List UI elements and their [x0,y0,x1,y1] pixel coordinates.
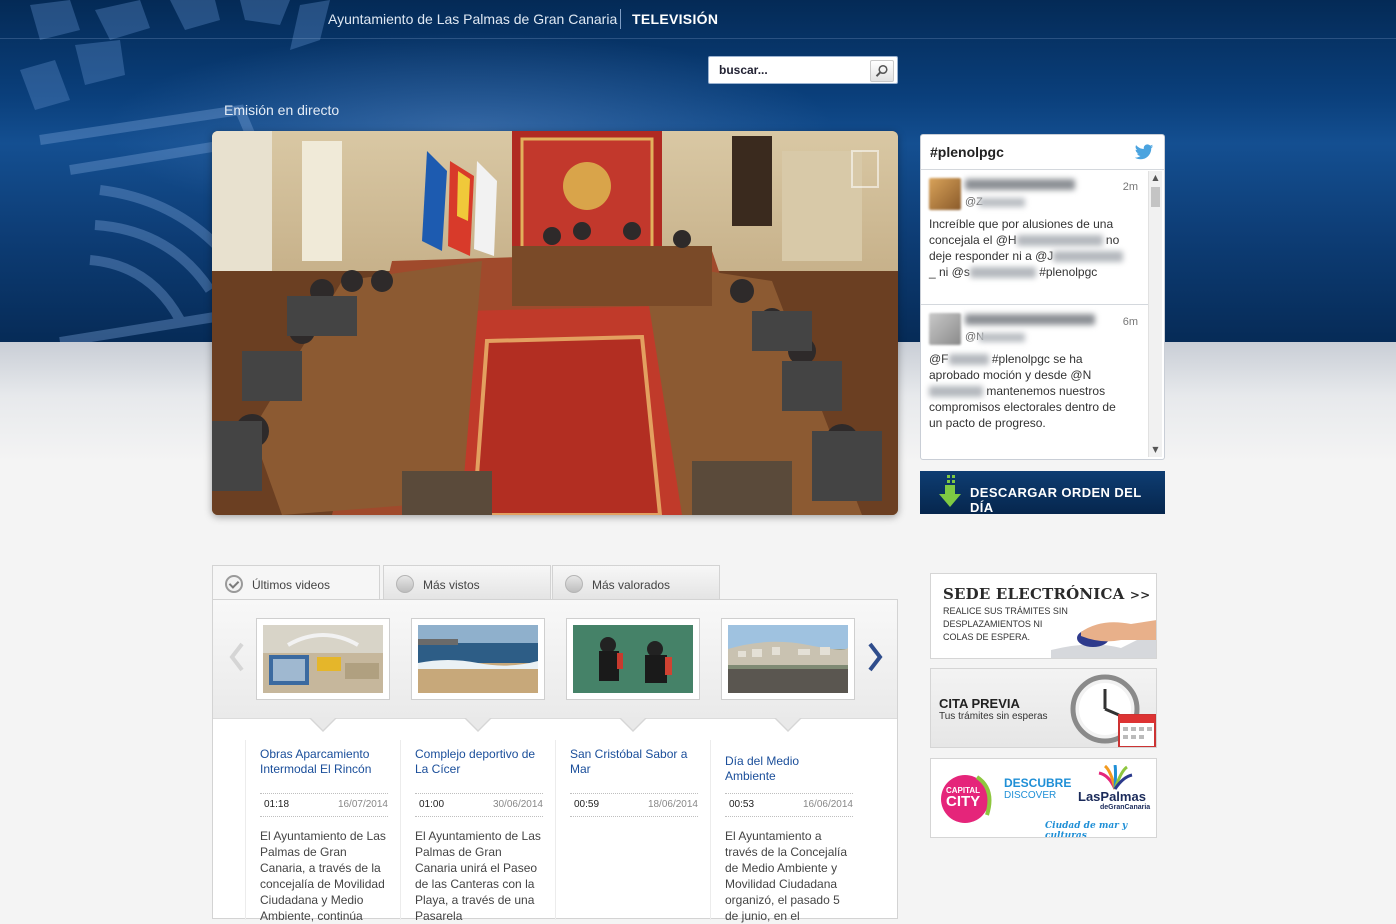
site-title-link[interactable]: Ayuntamiento de Las Palmas de Gran Canar… [328,11,617,27]
banner-subtitle: Tus trámites sin esperas [939,711,1048,722]
video-card: Complejo deportivo de La Cícer 01:00 30/… [400,740,544,923]
brand-name-sub: deGranCanaria [1100,804,1151,811]
tab-most-viewed[interactable]: Más vistos [383,565,551,599]
pointer [775,717,801,730]
capital-city-banner[interactable]: CAPITAL CITY DESCUBRE DISCOVER LasPalmas… [930,758,1157,838]
tab-label: Últimos videos [252,578,331,592]
video-meta: 01:18 16/07/2014 [260,793,388,817]
search-box [708,56,898,84]
video-meta: 00:59 18/06/2014 [570,793,698,817]
video-duration: 00:59 [574,799,600,810]
discover-es: DESCUBRE [1004,776,1072,790]
search-input[interactable] [709,57,889,83]
live-video-player[interactable] [212,131,898,515]
tab-label: Más valorados [592,578,671,592]
download-arrow-icon [939,475,961,507]
video-date: 30/06/2014 [492,799,543,810]
video-meta: 00:53 16/06/2014 [725,793,853,817]
tweet-text: @F #plenolpgc se ha aprobado moción y de… [929,352,1116,430]
video-title-link[interactable]: Obras Aparcamiento Intermodal El Rincón [260,747,382,777]
twitter-header: #plenolpgc [921,135,1164,170]
video-thumbnail[interactable] [411,618,545,700]
twitter-bird-icon[interactable] [1134,144,1154,161]
tweet-avatar[interactable] [929,313,961,345]
clock-calendar-icon [1070,674,1156,747]
video-description: El Ayuntamiento de Las Palmas de Gran Ca… [260,829,386,923]
cita-previa-banner[interactable]: CITA PREVIA Tus trámites sin esperas [930,668,1157,748]
circle-icon [565,575,583,593]
live-broadcast-label: Emisión en directo [224,102,340,118]
scroll-thumb[interactable] [1151,187,1160,207]
capital-badge-line-2: CITY [946,793,981,810]
video-meta: 01:00 30/06/2014 [415,793,543,817]
search-button[interactable] [870,60,894,82]
tweet-author-name-redacted[interactable] [965,314,1095,325]
banner-subtitle: Realice sus trámites sin desplazamientos… [943,606,1068,642]
video-carousel [213,600,897,719]
hand-mouse-icon [1051,620,1156,658]
discover-en: DISCOVER [1004,790,1057,801]
videos-panel: Obras Aparcamiento Intermodal El Rincón … [212,599,898,923]
video-duration: 01:00 [419,799,445,810]
check-icon [225,575,243,593]
tab-top-rated[interactable]: Más valorados [552,565,720,599]
video-duration: 00:53 [729,799,755,810]
tweet-time[interactable]: 6m [1123,316,1138,328]
tweet-handle-redacted [979,198,1025,207]
video-date: 16/06/2014 [802,799,853,810]
video-title-link[interactable]: San Cristóbal Sabor a Mar [570,747,692,777]
sede-electronica-banner[interactable]: SEDE ELECTRÓNICA >> Realice sus trámites… [930,573,1157,659]
download-agenda-button[interactable]: DESCARGAR ORDEN DEL DÍA [920,471,1165,515]
pointer [465,717,491,730]
las-palmas-logo [1098,765,1133,790]
video-duration: 01:18 [264,799,290,810]
thumbnail-image-beach [418,625,538,693]
hashtag-title[interactable]: #plenolpgc [930,144,1004,160]
tweet-text: Increíble que por alusiones de una conce… [929,216,1124,280]
tab-label: Más vistos [423,578,480,592]
carousel-next-icon[interactable] [865,640,885,674]
video-card: San Cristóbal Sabor a Mar 00:59 18/06/20… [555,740,699,920]
tab-latest-videos[interactable]: Últimos videos [212,565,380,600]
video-card: Día del Medio Ambiente 00:53 16/06/2014 … [710,740,854,923]
scroll-down-icon[interactable]: ▼ [1149,443,1162,457]
video-description: El Ayuntamiento de Las Palmas de Gran Ca… [415,829,541,923]
tweet-time[interactable]: 2m [1123,181,1138,193]
divider [620,9,621,29]
banner-title: CITA PREVIA [939,696,1020,711]
video-date: 16/07/2014 [337,799,388,810]
thumbnail-image-construction [263,625,383,693]
video-frame-council-chamber [212,131,898,515]
download-label: DESCARGAR ORDEN DEL DÍA [970,485,1142,515]
tweet-scrollbar[interactable]: ▲ ▼ [1148,171,1162,457]
video-thumbnail[interactable] [721,618,855,700]
top-bar: Ayuntamiento de Las Palmas de Gran Canar… [0,0,1396,39]
thumbnail-image-city [728,625,848,693]
video-title-link[interactable]: Día del Medio Ambiente [725,754,847,784]
scroll-up-icon[interactable]: ▲ [1149,171,1162,185]
thumbnail-image-divers [573,625,693,693]
video-title-link[interactable]: Complejo deportivo de La Cícer [415,747,537,777]
video-date: 18/06/2014 [647,799,698,810]
circle-icon [396,575,414,593]
video-thumbnail[interactable] [566,618,700,700]
banner-title: SEDE ELECTRÓNICA >> [943,585,1151,603]
tweet-item[interactable]: @N 6m @F #plenolpgc se ha aprobado moció… [921,304,1148,457]
search-icon [875,64,888,77]
brand-name: LasPalmas [1078,789,1146,804]
section-title[interactable]: TELEVISIÓN [632,11,718,27]
pointer [310,717,336,730]
pointer [620,717,646,730]
video-thumbnail[interactable] [256,618,390,700]
tweet-item[interactable]: @Z 2m Increíble que por alusiones de una… [921,170,1148,304]
tagline: Ciudad de mar y culturas [1045,821,1128,838]
tweet-handle-redacted [979,333,1025,342]
video-card: Obras Aparcamiento Intermodal El Rincón … [245,740,389,923]
tweet-author-name-redacted[interactable] [965,179,1075,190]
video-description: El Ayuntamiento a través de la Concejalí… [725,829,848,923]
tweet-avatar[interactable] [929,178,961,210]
carousel-prev-icon[interactable] [227,640,247,674]
twitter-widget: #plenolpgc @Z 2m Increíble que por alusi… [920,134,1165,460]
